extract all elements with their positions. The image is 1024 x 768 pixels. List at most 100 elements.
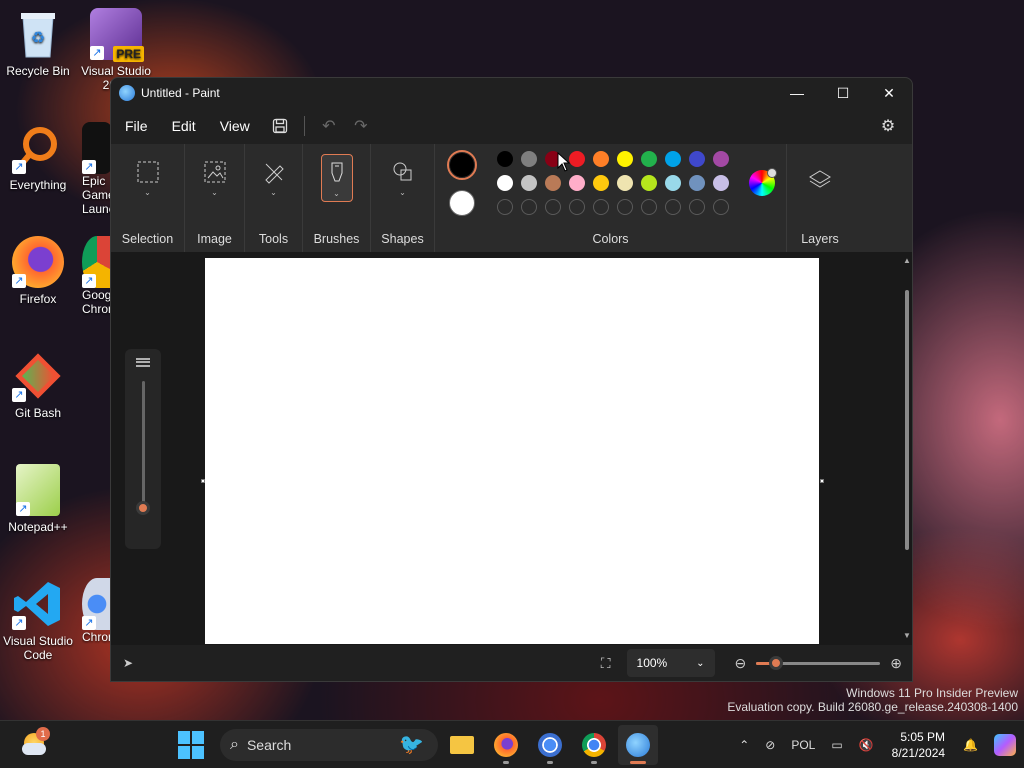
custom-color-slot[interactable]	[568, 199, 585, 215]
save-button[interactable]	[264, 110, 296, 142]
color-swatch[interactable]	[496, 151, 513, 167]
custom-color-slot[interactable]	[688, 199, 705, 215]
color-swatch[interactable]	[568, 175, 585, 191]
edit-colors-icon[interactable]	[748, 168, 777, 196]
scroll-down-icon[interactable]: ▼	[902, 631, 912, 640]
notification-bell-icon[interactable]: 🔔	[963, 738, 978, 752]
custom-color-slot[interactable]	[616, 199, 633, 215]
image-tool-button[interactable]: ⌄	[199, 154, 231, 202]
secondary-color-swatch[interactable]	[448, 190, 475, 216]
desktop-icon-epic-games[interactable]: ↗ Epic Games Launcher	[82, 122, 112, 216]
tools-button[interactable]: ⌄	[258, 154, 290, 202]
color-swatch[interactable]	[688, 175, 705, 191]
primary-color-swatch[interactable]	[446, 150, 477, 180]
start-button[interactable]	[178, 731, 206, 759]
custom-color-slot[interactable]	[592, 199, 609, 215]
color-swatch[interactable]	[520, 151, 537, 167]
zoom-in-icon[interactable]: ⊕	[890, 655, 902, 672]
chevron-up-icon[interactable]: ⌃	[739, 738, 749, 752]
weather-widget[interactable]: 1	[20, 727, 50, 759]
layers-icon	[809, 170, 831, 188]
color-swatch[interactable]	[640, 151, 657, 167]
chromium-taskbar-button[interactable]	[530, 725, 570, 765]
custom-color-slot[interactable]	[520, 199, 537, 215]
color-swatch[interactable]	[664, 175, 681, 191]
shapes-button[interactable]: ⌄	[387, 154, 419, 202]
desktop-icon-label: Epic Games Launcher	[82, 174, 112, 216]
layers-button[interactable]	[804, 154, 836, 202]
desktop-icon-git-bash[interactable]: ↗ Git Bash	[0, 350, 76, 420]
settings-button[interactable]: ⚙	[872, 110, 904, 142]
desktop-icon-notepad-plus-plus[interactable]: ↗ Notepad++	[0, 464, 76, 534]
canvas-area[interactable]: ▲ ▼	[111, 252, 912, 648]
taskbar: 1 ⌕ Search 🐦 ⌃ ⊘ POL ▭ 🔇 5:05 PM 8/21/20…	[0, 720, 1024, 768]
volume-muted-icon[interactable]: 🔇	[859, 738, 874, 752]
language-indicator[interactable]: POL	[791, 738, 815, 752]
zoom-thumb[interactable]	[769, 655, 784, 670]
copilot-icon[interactable]	[994, 734, 1016, 756]
menu-view[interactable]: View	[210, 112, 260, 140]
scrollbar-thumb[interactable]	[905, 290, 909, 550]
file-explorer-button[interactable]	[442, 725, 482, 765]
search-box[interactable]: ⌕ Search 🐦	[220, 729, 438, 761]
network-icon[interactable]: ⊘	[765, 738, 775, 752]
color-swatch[interactable]	[592, 151, 609, 167]
color-swatch[interactable]	[640, 175, 657, 191]
desktop-icon-visual-studio-code[interactable]: ↗ Visual Studio Code	[0, 578, 76, 662]
custom-color-slot[interactable]	[496, 199, 513, 215]
clock[interactable]: 5:05 PM 8/21/2024	[892, 729, 945, 761]
drawing-canvas[interactable]	[205, 258, 819, 644]
zoom-slider[interactable]: ⊖ ⊕	[735, 655, 902, 672]
color-swatch[interactable]	[616, 175, 633, 191]
brush-size-slider[interactable]	[125, 349, 161, 549]
close-button[interactable]: ✕	[866, 78, 912, 108]
ribbon: ⌄ Selection ⌄ Image ⌄ Tools ⌄ Brushes ⌄ …	[111, 144, 912, 252]
vertical-scrollbar[interactable]: ▲ ▼	[902, 256, 912, 640]
search-icon: ⌕	[230, 736, 239, 753]
canvas-resize-handle-left[interactable]	[201, 479, 205, 483]
custom-color-slot[interactable]	[664, 199, 681, 215]
brushes-label: Brushes	[313, 232, 360, 246]
color-swatch[interactable]	[520, 175, 537, 191]
color-swatch[interactable]	[712, 175, 729, 191]
chrome-taskbar-button[interactable]	[574, 725, 614, 765]
desktop-icon-label: Firefox	[19, 292, 57, 306]
menu-file[interactable]: File	[115, 112, 158, 140]
chevron-down-icon: ⌄	[270, 188, 277, 197]
desktop-icon-recycle-bin[interactable]: ♻ Recycle Bin	[0, 8, 76, 78]
chrome-icon: ↗	[82, 236, 112, 288]
maximize-button[interactable]: ☐	[820, 78, 866, 108]
color-swatch[interactable]	[688, 151, 705, 167]
color-swatch[interactable]	[616, 151, 633, 167]
scroll-up-icon[interactable]: ▲	[902, 256, 912, 265]
fit-to-window-icon[interactable]: ⛶	[601, 655, 611, 672]
undo-button[interactable]: ↶	[313, 110, 345, 142]
brushes-button[interactable]: ⌄	[320, 154, 353, 202]
selection-tool-button[interactable]: ⌄	[132, 154, 164, 202]
color-swatch[interactable]	[664, 151, 681, 167]
custom-color-slot[interactable]	[544, 199, 561, 215]
paint-taskbar-button[interactable]	[618, 725, 658, 765]
firefox-taskbar-button[interactable]	[486, 725, 526, 765]
color-swatch[interactable]	[592, 175, 609, 191]
zoom-out-icon[interactable]: ⊖	[735, 655, 747, 672]
desktop-icon-everything[interactable]: ↗ Everything	[0, 122, 76, 192]
colors-group: Colors	[435, 144, 787, 252]
color-swatch[interactable]	[496, 175, 513, 191]
minimize-button[interactable]: —	[774, 78, 820, 108]
epic-games-icon: ↗	[82, 122, 112, 174]
color-swatch[interactable]	[544, 175, 561, 191]
color-swatch[interactable]	[712, 151, 729, 167]
custom-color-slot[interactable]	[712, 199, 729, 215]
redo-button[interactable]: ↷	[345, 110, 377, 142]
brush-size-thumb[interactable]	[135, 500, 150, 515]
display-icon[interactable]: ▭	[831, 738, 842, 752]
canvas-resize-handle-right[interactable]	[820, 479, 824, 483]
menu-edit[interactable]: Edit	[162, 112, 206, 140]
title-bar[interactable]: Untitled - Paint — ☐ ✕	[111, 78, 912, 108]
desktop-icon-chrome[interactable]: ↗ Chrome	[82, 578, 112, 644]
desktop-icon-google-chrome[interactable]: ↗ Google Chrome	[82, 236, 112, 316]
custom-color-slot[interactable]	[640, 199, 657, 215]
desktop-icon-firefox[interactable]: ↗ Firefox	[0, 236, 76, 306]
zoom-dropdown[interactable]: 100% ⌄	[626, 649, 715, 677]
